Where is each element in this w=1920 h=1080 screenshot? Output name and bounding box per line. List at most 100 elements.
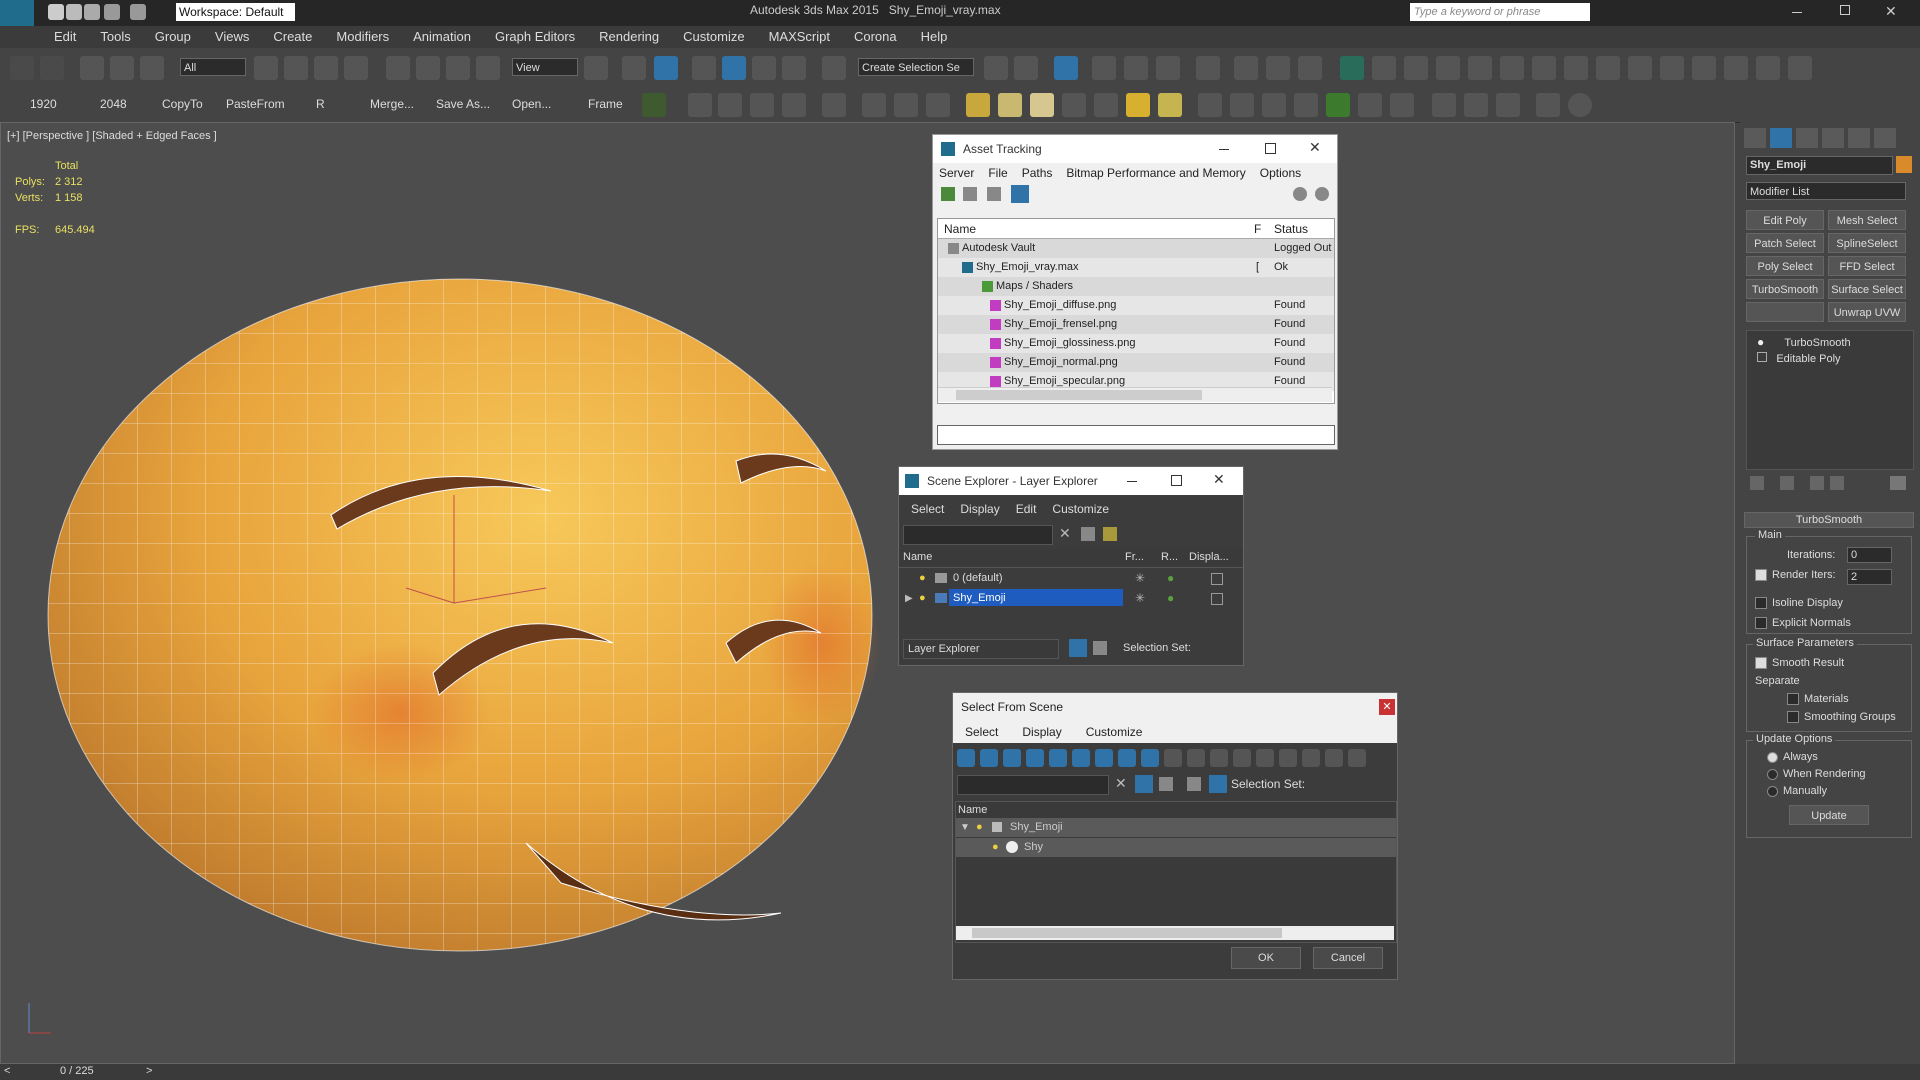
stack-item-editable-poly[interactable]: Editable Poly [1747,349,1913,368]
filter-toggle-icon[interactable] [957,749,975,767]
update-button[interactable]: Update [1789,805,1869,825]
preview-icon[interactable] [1724,56,1748,80]
settings-icon[interactable] [1756,56,1780,80]
sky-icon[interactable] [1158,93,1182,117]
modifier-set-button[interactable]: Unwrap UVW [1828,302,1906,322]
iterations-spinner[interactable]: 0 [1847,547,1892,563]
materials-check[interactable] [1787,693,1799,706]
menu-help[interactable]: Help [909,26,960,48]
script-button-6[interactable]: Save As... [436,97,490,111]
unlink-icon[interactable] [110,56,134,80]
modifier-set-button[interactable]: FFD Select [1828,256,1906,276]
maximize-icon[interactable] [1265,143,1276,154]
column-name[interactable]: Name [958,804,987,816]
render-iters-spinner[interactable]: 2 [1847,569,1892,585]
scene-explorer-icon[interactable] [1054,56,1078,80]
make-unique-icon[interactable] [1810,476,1824,490]
column-render[interactable]: R... [1161,551,1178,563]
clear-search-icon[interactable]: ✕ [1115,775,1127,792]
scroll-thumb[interactable] [956,390,1202,400]
asset-row[interactable]: Maps / Shaders [938,277,1334,297]
horizontal-scrollbar[interactable] [956,926,1394,940]
explicit-normals-checkbox[interactable]: Explicit Normals [1755,617,1851,630]
cancel-button[interactable]: Cancel [1313,947,1383,969]
rect-selection-icon[interactable] [314,56,338,80]
frame-view-icon[interactable] [1660,56,1684,80]
search-input[interactable]: Type a keyword or phrase [1410,3,1590,21]
layers-icon[interactable] [1103,527,1117,541]
remove-modifier-icon[interactable] [1830,476,1844,490]
filter-toggle-icon[interactable] [1302,749,1320,767]
script-button-3[interactable]: PasteFrom [226,97,285,111]
configure-sets-icon[interactable] [1890,476,1906,490]
script-button-2[interactable]: CopyTo [162,97,203,111]
asset-path-field[interactable] [937,425,1335,445]
object-paint-icon[interactable] [1532,56,1556,80]
time-slider-prev[interactable]: < [4,1065,10,1077]
close-icon[interactable]: ✕ [1213,471,1225,488]
light-bulb-icon[interactable]: ● [992,838,999,857]
always-radio[interactable]: Always [1767,751,1818,763]
light-bulb-icon[interactable]: ● [919,569,926,588]
named-selection-set-dropdown[interactable]: Create Selection Se [858,58,974,76]
vray-sun-icon[interactable] [862,93,886,117]
teapot-icon[interactable] [688,93,712,117]
filter-icon[interactable] [1135,775,1153,793]
vray-dome-icon[interactable] [926,93,950,117]
smooth-result-checkbox[interactable]: Smooth Result [1755,657,1844,670]
text-icon[interactable] [1468,56,1492,80]
angle-snap-icon[interactable] [722,56,746,80]
ok-button[interactable]: OK [1231,947,1301,969]
menu-edit[interactable]: Edit [42,26,88,48]
motion-tab-icon[interactable] [1822,128,1844,148]
mesh-export-icon[interactable] [1262,93,1286,117]
hierarchy-icon[interactable] [1093,641,1107,655]
utilities-tab-icon[interactable] [1874,128,1896,148]
expand-icon[interactable] [1757,352,1767,362]
filter-toggle-icon[interactable] [1164,749,1182,767]
modify-tab-icon[interactable] [1770,128,1792,148]
freeze-icon[interactable]: ✳ [1135,569,1145,588]
vfb-icon[interactable] [1464,93,1488,117]
pin-stack-icon[interactable] [1750,476,1764,490]
vray-material-icon[interactable] [1432,93,1456,117]
filter-toggle-icon[interactable] [1256,749,1274,767]
vray-options-icon[interactable] [1536,93,1560,117]
modifier-set-button[interactable]: Surface Select [1828,279,1906,299]
smoothing-groups-check[interactable] [1787,711,1799,724]
time-slider-next[interactable]: > [146,1065,152,1077]
show-end-result-icon[interactable] [1780,476,1794,490]
asset-menu-options[interactable]: Options [1260,166,1301,180]
create-tab-icon[interactable] [1744,128,1766,148]
vray-icon[interactable] [1436,56,1460,80]
collapse-arrow-icon[interactable]: ▼ [960,818,970,837]
align-icon[interactable] [1014,56,1038,80]
isoline-display-checkbox[interactable]: Isoline Display [1755,597,1843,610]
percent-snap-icon[interactable] [752,56,776,80]
scene-explorer-menu-display[interactable]: Display [960,502,999,516]
layers-icon[interactable] [1159,777,1173,791]
filter-toggle-icon[interactable] [1141,749,1159,767]
asset-menu-server[interactable]: Server [939,166,974,180]
menu-rendering[interactable]: Rendering [587,26,671,48]
pivot-center-icon[interactable] [584,56,608,80]
fur-icon[interactable] [1062,93,1086,117]
menu-corona[interactable]: Corona [842,26,909,48]
selection-filter-dropdown[interactable]: All [180,58,246,76]
move-icon[interactable] [386,56,410,80]
workspace-dropdown[interactable]: Workspace: Default [176,3,295,21]
manually-radio-dot[interactable] [1767,785,1778,797]
isoline-check[interactable] [1755,597,1767,610]
menu-customize[interactable]: Customize [671,26,756,48]
close-icon[interactable]: ✕ [1379,699,1395,715]
scene-explorer-titlebar[interactable]: Scene Explorer - Layer Explorer ✕ [899,467,1243,495]
light-icon[interactable] [1372,56,1396,80]
edit-named-sets-icon[interactable] [822,56,846,80]
script-button-4[interactable]: R [316,97,325,111]
hierarchy-icon[interactable] [1209,775,1227,793]
display-icon[interactable] [1211,593,1223,605]
refresh-icon[interactable] [941,187,955,201]
place-icon[interactable] [476,56,500,80]
modifier-set-button[interactable]: SplineSelect [1828,233,1906,253]
spinner-snap-icon[interactable] [782,56,806,80]
